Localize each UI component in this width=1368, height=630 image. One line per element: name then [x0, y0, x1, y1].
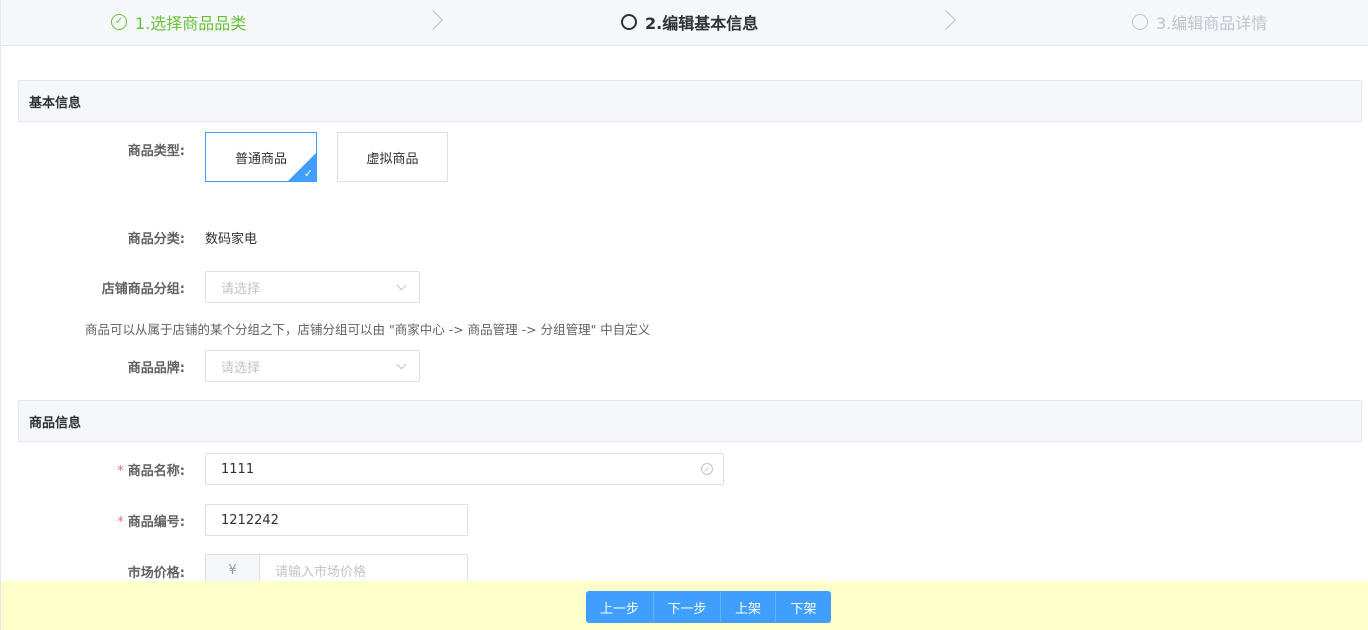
select-placeholder: 请选择 — [221, 360, 261, 376]
shop-group-label: 店铺商品分组: — [101, 282, 185, 297]
take-off-shelf-button[interactable]: 下架 — [776, 591, 831, 623]
category-label: 商品分类: — [127, 232, 185, 247]
product-info-header: 商品信息 — [18, 400, 1362, 442]
market-price-label: 市场价格: — [127, 566, 185, 581]
product-name-label: * 商品名称: — [1, 460, 185, 479]
shop-group-hint: 商品可以从属于店铺的某个分组之下，店铺分组可以由 "商家中心 -> 商品管理 -… — [85, 322, 651, 337]
chevron-right-icon — [423, 10, 443, 30]
chevron-right-icon — [936, 10, 956, 30]
list-on-shelf-button[interactable]: 上架 — [721, 591, 776, 623]
product-type-virtual-option[interactable]: 虚拟商品 — [337, 132, 448, 182]
brand-select[interactable]: 请选择 — [205, 350, 420, 382]
step-bar: ✓ 1.选择商品品类 2.编辑基本信息 3.编辑商品详情 — [1, 0, 1368, 46]
category-value: 数码家电 — [205, 232, 258, 247]
label-text: 商品编号: — [127, 515, 185, 530]
prev-step-button[interactable]: 上一步 — [586, 591, 654, 623]
section-title: 商品信息 — [29, 415, 82, 431]
step-2: 2.编辑基本信息 — [621, 10, 758, 34]
input-value: 1212242 — [221, 512, 279, 528]
section-title: 基本信息 — [29, 95, 82, 111]
input-placeholder: 请输入市场价格 — [275, 564, 367, 580]
shop-group-select[interactable]: 请选择 — [205, 271, 420, 303]
footer-action-bar: 上一步 下一步 上架 下架 — [1, 581, 1368, 630]
step-1-label: 1.选择商品品类 — [135, 14, 247, 33]
product-code-input[interactable]: 1212242 — [205, 504, 468, 536]
input-value: 1111 — [221, 461, 255, 477]
select-placeholder: 请选择 — [221, 281, 261, 297]
step-3: 3.编辑商品详情 — [1132, 10, 1267, 34]
product-type-normal-option[interactable]: 普通商品 ✓ — [205, 132, 317, 182]
basic-info-header: 基本信息 — [18, 80, 1362, 122]
product-type-label: 商品类型: — [127, 144, 185, 159]
required-mark: * — [117, 515, 124, 530]
check-circle-icon: ✓ — [111, 14, 127, 30]
next-step-button[interactable]: 下一步 — [654, 591, 721, 623]
step-2-label: 2.编辑基本信息 — [645, 14, 759, 33]
circle-icon — [621, 14, 637, 30]
step-3-label: 3.编辑商品详情 — [1156, 14, 1268, 33]
brand-label: 商品品牌: — [127, 361, 185, 376]
circle-icon — [1132, 14, 1148, 30]
product-edit-page: ✓ 1.选择商品品类 2.编辑基本信息 3.编辑商品详情 基本信息 商品类型: … — [0, 0, 1368, 630]
valid-check-icon: ✓ — [701, 463, 713, 475]
chevron-down-icon — [396, 280, 407, 291]
check-icon: ✓ — [303, 167, 313, 180]
label-text: 商品名称: — [127, 464, 185, 479]
step-1: ✓ 1.选择商品品类 — [111, 10, 246, 34]
required-mark: * — [117, 464, 124, 479]
option-label: 虚拟商品 — [366, 151, 419, 167]
product-name-input[interactable]: 1111 ✓ — [205, 453, 724, 485]
product-code-label: * 商品编号: — [1, 511, 185, 530]
option-label: 普通商品 — [234, 151, 287, 167]
action-button-group: 上一步 下一步 上架 下架 — [586, 591, 831, 623]
chevron-down-icon — [396, 359, 407, 370]
